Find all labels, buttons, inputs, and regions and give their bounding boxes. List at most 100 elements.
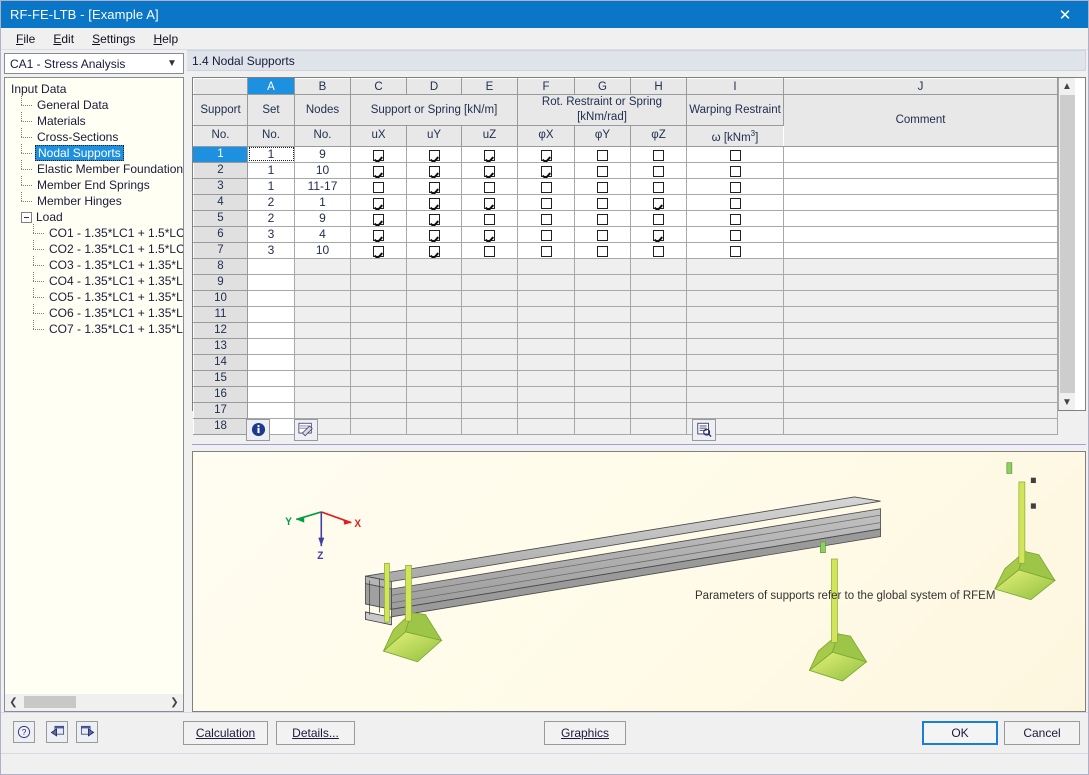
cell-checkbox-ux[interactable] [350, 225, 407, 243]
cell-checkbox-py[interactable] [574, 177, 631, 195]
row-header[interactable]: 10 [193, 289, 248, 307]
cell-empty[interactable] [406, 385, 462, 403]
cell-checkbox-py[interactable] [574, 241, 631, 259]
navigation-tree[interactable]: Input Data General Data Materials Cross-Sec… [4, 77, 184, 694]
row-header[interactable]: 7 [193, 241, 248, 259]
cell-checkbox-uy[interactable] [406, 145, 462, 163]
checkbox-px-checked[interactable] [540, 149, 552, 161]
cell-empty[interactable] [630, 257, 687, 275]
cell-checkbox-pz[interactable] [630, 209, 687, 227]
cell-set-no[interactable] [247, 289, 295, 307]
cell-nodes-no[interactable]: 9 [294, 145, 351, 163]
cell-empty[interactable] [574, 321, 631, 339]
cell-checkbox-warp[interactable] [686, 225, 784, 243]
checkbox-py-unchecked[interactable] [597, 245, 608, 257]
sidebar-item-nodal-supports[interactable]: Nodal Supports [9, 144, 183, 161]
cell-nodes-no[interactable]: 11-17 [294, 177, 351, 195]
menu-item-file[interactable]: File [7, 30, 44, 48]
cell-checkbox-uy[interactable] [406, 193, 462, 211]
cell-set-no[interactable]: 3 [247, 225, 295, 243]
cell-comment[interactable] [783, 241, 1058, 259]
checkbox-px-unchecked[interactable] [540, 197, 552, 209]
cell-empty[interactable] [630, 289, 687, 307]
cell-checkbox-uz[interactable] [461, 225, 518, 243]
cell-checkbox-ux[interactable] [350, 161, 407, 179]
cell-set-no[interactable]: 2 [247, 209, 295, 227]
checkbox-uz-checked[interactable] [484, 229, 495, 241]
cell-empty[interactable] [350, 257, 407, 275]
cell-checkbox-uz[interactable] [461, 145, 518, 163]
checkbox-warp-unchecked[interactable] [729, 245, 741, 257]
table-row-empty[interactable]: 13 [193, 337, 1058, 355]
graphics-button[interactable]: Graphics [544, 721, 626, 745]
menu-item-edit[interactable]: Edit [44, 30, 83, 48]
cell-set-no[interactable]: 1 [247, 177, 295, 195]
cell-checkbox-pz[interactable] [630, 145, 687, 163]
cell-set-no[interactable] [247, 321, 295, 339]
cancel-button[interactable]: Cancel [1004, 721, 1080, 745]
cell-checkbox-uz[interactable] [461, 177, 518, 195]
cell-empty[interactable] [517, 289, 575, 307]
checkbox-warp-unchecked[interactable] [729, 197, 741, 209]
sidebar-item-cross-sections[interactable]: Cross-Sections [9, 128, 183, 145]
cell-empty[interactable] [350, 289, 407, 307]
cell-empty[interactable] [630, 305, 687, 323]
table-row-empty[interactable]: 12 [193, 321, 1058, 339]
table-row-empty[interactable]: 8 [193, 257, 1058, 275]
cell-empty[interactable] [461, 385, 518, 403]
cell-set-no[interactable]: 2 [247, 193, 295, 211]
cell-empty[interactable] [574, 385, 631, 403]
cell-empty[interactable] [350, 385, 407, 403]
info-icon[interactable] [246, 418, 270, 441]
cell-checkbox-uy[interactable] [406, 177, 462, 195]
cell-checkbox-uz[interactable] [461, 241, 518, 259]
checkbox-pz-unchecked[interactable] [653, 149, 664, 161]
cell-checkbox-py[interactable] [574, 145, 631, 163]
checkbox-uy-checked[interactable] [428, 229, 440, 241]
view-details-icon[interactable] [692, 418, 716, 441]
edit-table-icon[interactable] [294, 418, 318, 441]
cell-comment[interactable] [783, 193, 1058, 211]
cell-empty[interactable] [783, 353, 1058, 371]
cell-empty[interactable] [406, 353, 462, 371]
ok-button[interactable]: OK [922, 721, 998, 745]
cell-checkbox-uz[interactable] [461, 161, 518, 179]
cell-empty[interactable] [783, 321, 1058, 339]
chevron-down-icon[interactable]: ▼ [1059, 394, 1076, 410]
cell-empty[interactable] [517, 305, 575, 323]
checkbox-pz-unchecked[interactable] [653, 245, 664, 257]
sidebar-item-co6-1-35-lc1-1-35-lc[interactable]: CO6 - 1.35*LC1 + 1.35*LC [9, 304, 183, 321]
row-header[interactable]: 15 [193, 369, 248, 387]
cell-checkbox-pz[interactable] [630, 161, 687, 179]
cell-checkbox-px[interactable] [517, 177, 575, 195]
checkbox-px-checked[interactable] [540, 165, 552, 177]
cell-empty[interactable] [686, 385, 784, 403]
checkbox-ux-checked[interactable] [373, 165, 384, 177]
checkbox-pz-checked[interactable] [653, 197, 664, 209]
row-header[interactable]: 6 [193, 225, 248, 243]
details-button[interactable]: Details... [276, 721, 355, 745]
menu-item-help[interactable]: Help [144, 30, 187, 48]
cell-empty[interactable] [517, 257, 575, 275]
graphics-viewport[interactable]: X Y Z Parameters of supports refer to th… [192, 451, 1086, 712]
column-header-A[interactable]: A [247, 78, 295, 95]
checkbox-uy-checked[interactable] [428, 213, 440, 225]
cell-empty[interactable] [630, 353, 687, 371]
cell-empty[interactable] [630, 369, 687, 387]
cell-checkbox-pz[interactable] [630, 193, 687, 211]
cell-checkbox-warp[interactable] [686, 209, 784, 227]
cell-checkbox-pz[interactable] [630, 225, 687, 243]
cell-empty[interactable] [517, 321, 575, 339]
cell-empty[interactable] [350, 305, 407, 323]
cell-nodes-no[interactable]: 10 [294, 241, 351, 259]
cell-empty[interactable] [350, 353, 407, 371]
checkbox-uy-checked[interactable] [428, 197, 440, 209]
sidebar-item-co2-1-35-lc1-1-5-lc3[interactable]: CO2 - 1.35*LC1 + 1.5*LC3 [9, 240, 183, 257]
checkbox-uy-checked[interactable] [428, 245, 440, 257]
cell-empty[interactable] [686, 353, 784, 371]
row-header[interactable]: 14 [193, 353, 248, 371]
row-header[interactable]: 11 [193, 305, 248, 323]
cell-empty[interactable] [350, 273, 407, 291]
table-row-empty[interactable]: 16 [193, 385, 1058, 403]
sidebar-item-general-data[interactable]: General Data [9, 96, 183, 113]
